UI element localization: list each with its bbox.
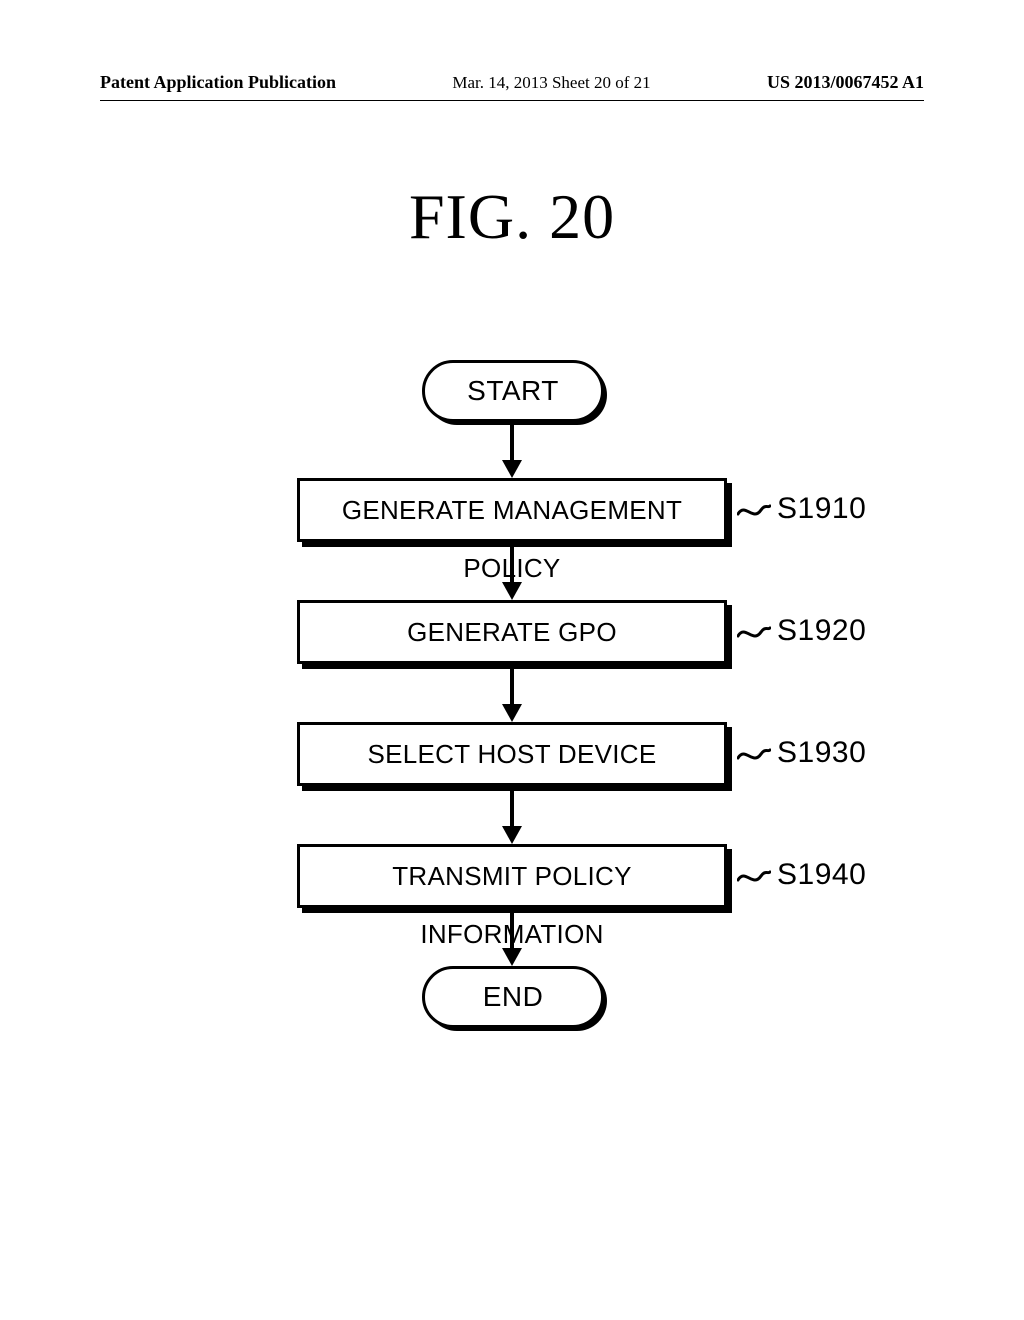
- flow-end-label: END: [422, 966, 604, 1028]
- flow-step-ref: S1920: [777, 614, 866, 648]
- leader-tilde-icon: [737, 622, 771, 642]
- date-sheet-label: Mar. 14, 2013 Sheet 20 of 21: [452, 73, 650, 93]
- flowchart: START GENERATE MANAGEMENT POLICY S1910 G…: [0, 360, 1024, 1026]
- flow-arrow: [510, 420, 514, 478]
- flow-step-ref: S1910: [777, 492, 866, 526]
- document-number: US 2013/0067452 A1: [767, 72, 924, 93]
- flow-start-terminator: START: [422, 360, 602, 420]
- flow-step-s1940: TRANSMIT POLICY INFORMATION S1940: [297, 844, 727, 908]
- flow-arrow: [510, 786, 514, 844]
- page-header: Patent Application Publication Mar. 14, …: [100, 72, 924, 93]
- leader-tilde-icon: [737, 744, 771, 764]
- flow-step-s1910: GENERATE MANAGEMENT POLICY S1910: [297, 478, 727, 542]
- flow-step-s1930: SELECT HOST DEVICE S1930: [297, 722, 727, 786]
- flow-end-terminator: END: [422, 966, 602, 1026]
- flow-step-ref: S1930: [777, 736, 866, 770]
- flow-step-ref: S1940: [777, 858, 866, 892]
- figure-title: FIG. 20: [0, 180, 1024, 254]
- flow-arrow: [510, 908, 514, 966]
- flow-step-label: GENERATE GPO: [297, 600, 727, 664]
- leader-tilde-icon: [737, 500, 771, 520]
- leader-tilde-icon: [737, 866, 771, 886]
- flow-step-s1920: GENERATE GPO S1920: [297, 600, 727, 664]
- flow-step-label: SELECT HOST DEVICE: [297, 722, 727, 786]
- flow-step-label: TRANSMIT POLICY INFORMATION: [297, 844, 727, 908]
- flow-step-label: GENERATE MANAGEMENT POLICY: [297, 478, 727, 542]
- header-divider: [100, 100, 924, 101]
- publication-label: Patent Application Publication: [100, 72, 336, 93]
- patent-figure-page: Patent Application Publication Mar. 14, …: [0, 0, 1024, 1320]
- flow-start-label: START: [422, 360, 604, 422]
- flow-arrow: [510, 542, 514, 600]
- flow-arrow: [510, 664, 514, 722]
